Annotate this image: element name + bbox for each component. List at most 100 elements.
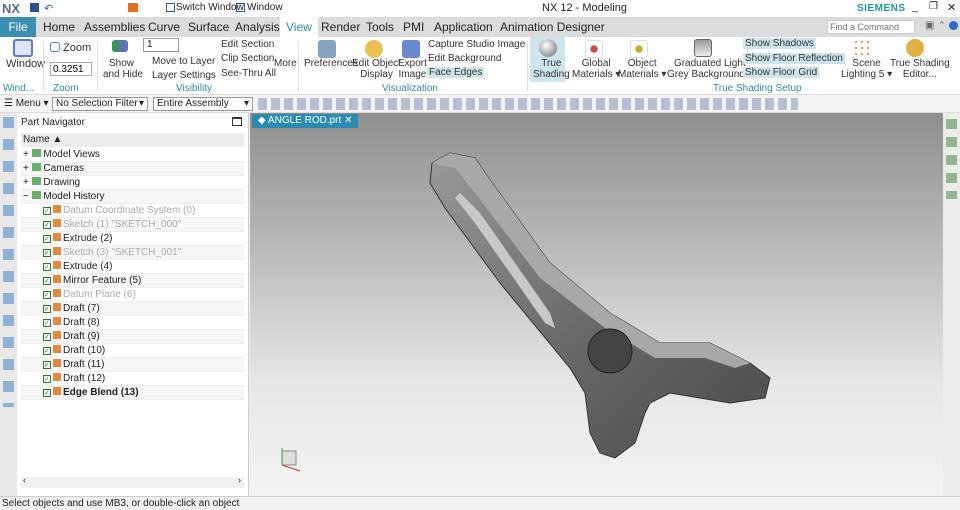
tree-node[interactable]: ✓ Sketch (3) "SKETCH_001" bbox=[21, 246, 244, 260]
minimize-button[interactable]: _ bbox=[912, 1, 918, 13]
checkbox-checked-icon[interactable]: ✓ bbox=[43, 291, 51, 299]
selection-filter-select[interactable]: No Selection Filter ▾ bbox=[52, 97, 148, 111]
switch-window-button[interactable]: Switch Window bbox=[176, 2, 244, 13]
group-window[interactable]: Wind... bbox=[3, 83, 34, 94]
tree-node[interactable]: + Cameras bbox=[21, 162, 244, 176]
layer-settings-button[interactable]: Layer Settings bbox=[152, 70, 216, 81]
tree-node[interactable]: ✓ Draft (10) bbox=[21, 344, 244, 358]
tab-animation-designer[interactable]: Animation Designer bbox=[494, 17, 611, 37]
scene-lighting-button[interactable]: Scene Lighting 5 ▾ bbox=[841, 58, 892, 80]
scope-select[interactable]: Entire Assembly ▾ bbox=[153, 97, 253, 111]
zoom-button[interactable]: Zoom bbox=[63, 42, 91, 54]
tab-render[interactable]: Render bbox=[315, 17, 366, 37]
tab-tools[interactable]: Tools bbox=[360, 17, 400, 37]
edit-object-display-button[interactable]: Edit Object Display bbox=[352, 58, 401, 80]
checkbox-checked-icon[interactable]: ✓ bbox=[43, 235, 51, 243]
collapse-ribbon-icon[interactable]: ⌃ bbox=[938, 20, 946, 31]
menu-button[interactable]: ☰ Menu ▾ bbox=[4, 98, 49, 109]
tree-node[interactable]: ✓ Draft (8) bbox=[21, 316, 244, 330]
tab-curve[interactable]: Curve bbox=[142, 17, 186, 37]
checkbox-checked-icon[interactable]: ✓ bbox=[43, 375, 51, 383]
tree-node[interactable]: + Drawing bbox=[21, 176, 244, 190]
tree-node[interactable]: ✓ Datum Coordinate System (0) bbox=[21, 204, 244, 218]
feature-icon bbox=[53, 373, 61, 381]
help-icon[interactable] bbox=[949, 21, 958, 30]
tree-node[interactable]: ✓ Datum Plane (6) bbox=[21, 288, 244, 302]
tab-assemblies[interactable]: Assemblies bbox=[78, 17, 151, 37]
checkbox-checked-icon[interactable]: ✓ bbox=[43, 249, 51, 257]
expand-toggle-icon[interactable]: + bbox=[23, 177, 29, 188]
model-angle-rod[interactable] bbox=[250, 113, 943, 496]
checkbox-checked-icon[interactable]: ✓ bbox=[43, 277, 51, 285]
tree-node[interactable]: ✓ Draft (7) bbox=[21, 302, 244, 316]
tab-view[interactable]: View bbox=[280, 17, 318, 37]
work-layer-select[interactable]: 1 bbox=[143, 38, 179, 52]
checkbox-checked-icon[interactable]: ✓ bbox=[43, 207, 51, 215]
tree-node[interactable]: ✓ Edge Blend (13) bbox=[21, 386, 244, 400]
maximize-navigator-icon[interactable] bbox=[232, 117, 242, 126]
tree-node[interactable]: − Model History bbox=[21, 190, 244, 204]
checkbox-checked-icon[interactable]: ✓ bbox=[43, 305, 51, 313]
object-materials-button[interactable]: Object Materials ▾ bbox=[618, 58, 666, 80]
more-button[interactable]: More bbox=[274, 58, 297, 69]
tab-analysis[interactable]: Analysis bbox=[229, 17, 286, 37]
graphics-viewport[interactable]: ◆ ANGLE ROD.prt ✕ bbox=[250, 113, 943, 496]
tab-surface[interactable]: Surface bbox=[182, 17, 235, 37]
tree-node[interactable]: ✓ Sketch (1) "SKETCH_000" bbox=[21, 218, 244, 232]
move-to-layer-button[interactable]: Move to Layer bbox=[152, 56, 215, 67]
checkbox-checked-icon[interactable]: ✓ bbox=[43, 333, 51, 341]
tree-node[interactable]: ✓ Draft (9) bbox=[21, 330, 244, 344]
restore-button[interactable]: ❐ bbox=[929, 1, 938, 12]
snap-icon[interactable] bbox=[128, 3, 138, 12]
checkbox-checked-icon[interactable]: ✓ bbox=[43, 221, 51, 229]
window-menu[interactable]: Window bbox=[247, 2, 283, 13]
checkbox-checked-icon[interactable]: ✓ bbox=[43, 347, 51, 355]
show-floor-grid-toggle[interactable]: Show Floor Grid bbox=[743, 67, 820, 78]
show-floor-reflection-toggle[interactable]: Show Floor Reflection bbox=[743, 53, 845, 64]
export-image-button[interactable]: Export Image bbox=[398, 58, 427, 80]
preferences-button[interactable]: Preferences bbox=[304, 58, 358, 69]
show-shadows-toggle[interactable]: Show Shadows bbox=[743, 38, 816, 49]
expand-toggle-icon[interactable]: − bbox=[23, 191, 29, 202]
tree-node[interactable]: ✓ Draft (11) bbox=[21, 358, 244, 372]
column-header-name[interactable]: Name ▲ bbox=[21, 133, 244, 147]
tab-file[interactable]: File bbox=[0, 17, 36, 37]
window-button[interactable]: Window bbox=[6, 58, 45, 70]
global-materials-button[interactable]: Global Materials ▾ bbox=[572, 58, 620, 80]
tree-node[interactable]: ✓ Mirror Feature (5) bbox=[21, 274, 244, 288]
capture-studio-image-button[interactable]: Capture Studio Image bbox=[428, 39, 525, 50]
tree-node[interactable]: ✓ Extrude (2) bbox=[21, 232, 244, 246]
undo-icon[interactable]: ↶ bbox=[44, 2, 53, 15]
expand-toggle-icon[interactable]: + bbox=[23, 163, 29, 174]
show-hide-icon bbox=[112, 40, 128, 52]
true-shading-editor-button[interactable]: True Shading Editor... bbox=[890, 58, 950, 80]
checkbox-checked-icon[interactable]: ✓ bbox=[43, 263, 51, 271]
face-edges-toggle[interactable]: Face Edges bbox=[427, 67, 485, 78]
checkbox-checked-icon[interactable]: ✓ bbox=[43, 389, 51, 397]
tree-node[interactable]: + Model Views bbox=[21, 148, 244, 162]
edit-background-button[interactable]: Edit Background bbox=[428, 53, 501, 64]
find-command-input[interactable] bbox=[827, 20, 915, 34]
background-button[interactable]: Graduated LightGrey Background ▾ bbox=[667, 58, 753, 80]
clip-section-button[interactable]: Clip Section bbox=[221, 53, 274, 64]
save-icon[interactable] bbox=[30, 3, 39, 12]
show-hide-button[interactable]: Show and Hide bbox=[103, 58, 143, 80]
horizontal-scrollbar[interactable]: ‹ › bbox=[21, 475, 244, 488]
tree-node[interactable]: ✓ Draft (12) bbox=[21, 372, 244, 386]
edit-section-button[interactable]: Edit Section bbox=[221, 39, 274, 50]
see-thru-all-button[interactable]: See-Thru All bbox=[221, 68, 276, 79]
tab-application[interactable]: Application bbox=[428, 17, 499, 37]
right-bar-icons[interactable] bbox=[946, 119, 957, 199]
close-button[interactable]: ✕ bbox=[947, 1, 956, 14]
expand-toggle-icon[interactable]: + bbox=[23, 149, 29, 160]
tab-home[interactable]: Home bbox=[37, 17, 81, 37]
checkbox-checked-icon[interactable]: ✓ bbox=[43, 361, 51, 369]
resource-bar-icons[interactable] bbox=[3, 117, 14, 407]
tree-node[interactable]: ✓ Extrude (4) bbox=[21, 260, 244, 274]
tab-pmi[interactable]: PMI bbox=[397, 17, 430, 37]
checkbox-checked-icon[interactable]: ✓ bbox=[43, 319, 51, 327]
snap-point-tools[interactable] bbox=[258, 98, 798, 110]
true-shading-toggle[interactable]: True Shading bbox=[530, 37, 570, 82]
fullscreen-icon[interactable]: ▣ bbox=[925, 20, 934, 31]
zoom-scale-input[interactable] bbox=[50, 62, 92, 76]
